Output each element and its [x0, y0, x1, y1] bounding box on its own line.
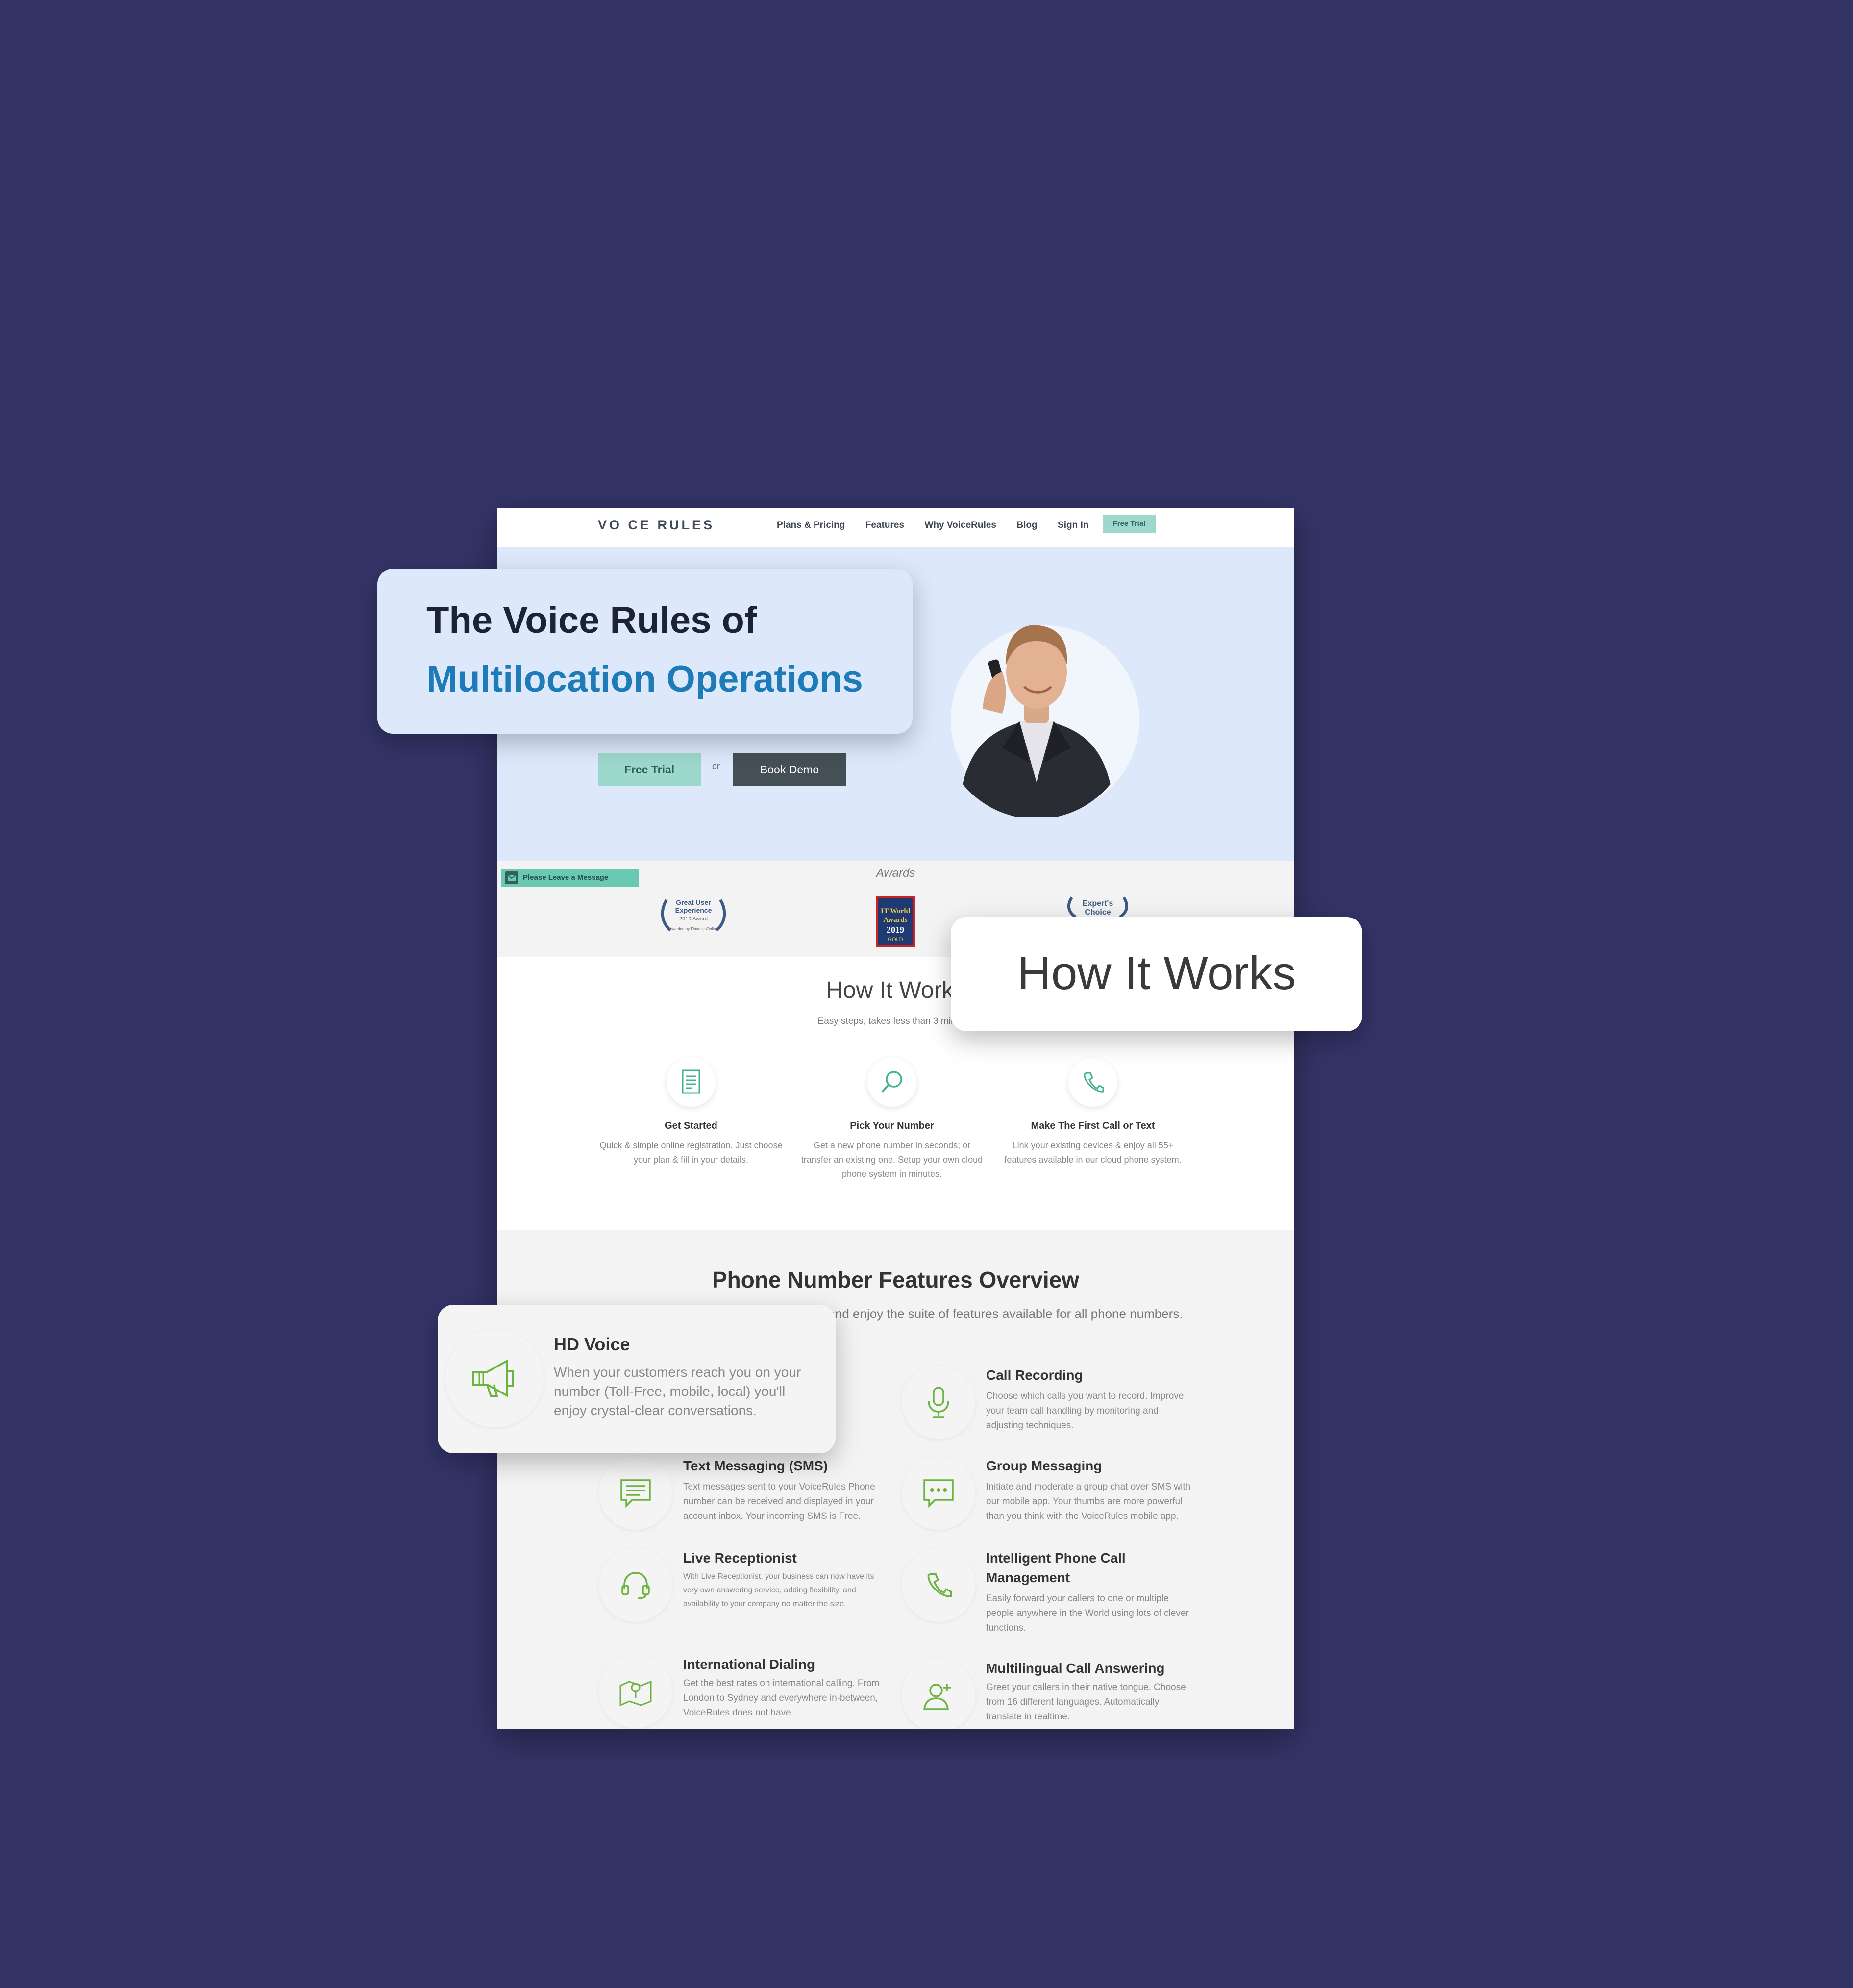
- book-demo-button[interactable]: Book Demo: [733, 753, 846, 786]
- map-icon: [599, 1655, 672, 1728]
- nav-link-sign-in[interactable]: Sign In: [1058, 520, 1088, 531]
- step-text: Link your existing devices & enjoy all 5…: [1004, 1141, 1182, 1165]
- nav-free-trial-button[interactable]: Free Trial: [1103, 515, 1156, 533]
- search-icon: [867, 1058, 916, 1107]
- award-2-line-4: GOLD: [888, 937, 903, 943]
- how-it-works-callout-card: How It Works: [951, 917, 1362, 1031]
- feature-name: Text Messaging (SMS): [683, 1458, 828, 1473]
- step-get-started: Get Started Quick & simple online regist…: [598, 1058, 784, 1167]
- message-icon: [599, 1456, 672, 1530]
- feature-description: Easily forward your callers to one or mu…: [986, 1593, 1189, 1633]
- awards-title: Awards: [876, 867, 915, 880]
- document-icon: [667, 1058, 716, 1107]
- step-title: Pick Your Number: [850, 1120, 934, 1131]
- award-2-line-1: IT World: [881, 907, 911, 915]
- step-text: Quick & simple online registration. Just…: [599, 1141, 783, 1165]
- hd-voice-description: When your customers reach you on your nu…: [554, 1365, 801, 1418]
- feature-name: Live Receptionist: [683, 1550, 797, 1566]
- feature-name: Group Messaging: [986, 1458, 1102, 1473]
- hd-voice-title: HD Voice: [554, 1334, 630, 1354]
- step-first-call: Make The First Call or Text Link your ex…: [1000, 1058, 1186, 1167]
- feature-description: Text messages sent to your VoiceRules Ph…: [683, 1482, 875, 1521]
- step-pick-your-number: Pick Your Number Get a new phone number …: [799, 1058, 985, 1181]
- nav-link-plans-pricing[interactable]: Plans & Pricing: [777, 520, 845, 531]
- award-1-line-2: Experience: [675, 906, 712, 914]
- headline-callout-card: The Voice Rules of Multilocation Operati…: [377, 569, 913, 734]
- step-text: Get a new phone number in seconds; or tr…: [801, 1141, 983, 1179]
- award-3-line-1: Expert's: [1083, 899, 1113, 908]
- award-2-line-2: Awards: [884, 916, 908, 924]
- top-navigation: VO CE RULES Plans & Pricing Features Why…: [497, 508, 1294, 547]
- nav-link-blog[interactable]: Blog: [1016, 520, 1037, 531]
- hd-voice-callout-card: HD Voice When your customers reach you o…: [438, 1305, 836, 1453]
- how-it-works-callout-title: How It Works: [1017, 947, 1296, 999]
- feature-description: Initiate and moderate a group chat over …: [986, 1482, 1191, 1521]
- add-user-icon: [902, 1659, 975, 1729]
- feature-name: Multilingual Call Answering: [986, 1661, 1165, 1676]
- feature-description: Get the best rates on international call…: [683, 1678, 880, 1718]
- nav-link-why-voicerules[interactable]: Why VoiceRules: [924, 520, 996, 531]
- microphone-icon: [902, 1366, 975, 1439]
- headset-icon: [599, 1548, 672, 1622]
- phone-icon: [1068, 1058, 1117, 1107]
- feature-name: Intelligent Phone Call Management: [986, 1550, 1126, 1585]
- headline-line-2: Multilocation Operations: [426, 658, 863, 700]
- feature-description: Choose which calls you want to record. I…: [986, 1391, 1184, 1431]
- award-2-line-3: 2019: [887, 925, 904, 935]
- feature-name: International Dialing: [683, 1657, 815, 1672]
- logo[interactable]: VO CE RULES: [598, 518, 715, 533]
- businessman-on-phone-photo: [958, 625, 1115, 817]
- award-1-line-4: Awarded by FinancesOnline: [669, 927, 718, 931]
- award-3-line-2: Choice: [1085, 908, 1111, 917]
- nav-links: Plans & Pricing Features Why VoiceRules …: [777, 520, 1107, 531]
- feature-name: Call Recording: [986, 1367, 1083, 1383]
- megaphone-icon: [445, 1329, 544, 1427]
- award-1-line-3: 2019 Award: [679, 916, 708, 922]
- or-separator: or: [712, 761, 720, 771]
- award-1-line-1: Great User: [676, 898, 711, 906]
- nav-link-features[interactable]: Features: [865, 520, 904, 531]
- feature-description: Greet your callers in their native tongu…: [986, 1682, 1186, 1722]
- logo-text: VO CE RULES: [598, 518, 715, 532]
- phone-icon: [902, 1548, 975, 1622]
- headline-line-1: The Voice Rules of: [426, 599, 757, 641]
- step-title: Get Started: [665, 1120, 717, 1131]
- chat-icon: [902, 1456, 975, 1530]
- step-title: Make The First Call or Text: [1031, 1120, 1155, 1131]
- features-title: Phone Number Features Overview: [712, 1267, 1080, 1292]
- free-trial-button[interactable]: Free Trial: [598, 753, 701, 786]
- feature-description: With Live Receptionist, your business ca…: [683, 1572, 874, 1608]
- great-user-experience-award: Great User Experience 2019 Award Awarded…: [661, 898, 726, 932]
- it-world-awards-badge: IT World Awards 2019 GOLD: [876, 896, 915, 947]
